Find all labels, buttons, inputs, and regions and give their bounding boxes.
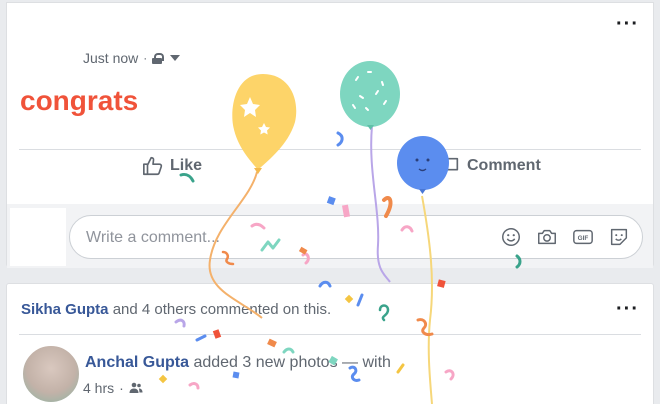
comment-composer: Write a comment... GIF <box>7 204 653 268</box>
separator-dot: · <box>119 380 124 396</box>
composer-icons: GIF <box>500 226 630 248</box>
sticker-icon[interactable] <box>608 226 630 248</box>
more-icon[interactable]: ··· <box>616 299 639 319</box>
comment-label: Comment <box>467 157 541 174</box>
camera-icon[interactable] <box>536 226 558 248</box>
activity-text: and 4 others commented on this. <box>108 301 332 318</box>
like-button[interactable]: Like <box>142 155 202 177</box>
story-action-text: added 3 new photos — with <box>189 354 391 371</box>
comment-icon <box>441 157 459 175</box>
friends-icon <box>129 382 143 393</box>
feed: ··· Just now · congrats Like Comment Wri… <box>0 0 660 404</box>
comment-placeholder: Write a comment... <box>86 229 220 246</box>
more-icon[interactable]: ··· <box>616 14 639 34</box>
svg-text:GIF: GIF <box>578 235 589 242</box>
like-icon <box>143 156 163 176</box>
story-author-link[interactable]: Anchal Gupta <box>85 354 189 371</box>
lock-icon <box>152 52 165 64</box>
post-meta: Just now · <box>83 50 181 66</box>
comment-input[interactable]: Write a comment... GIF <box>69 215 643 259</box>
comment-button[interactable]: Comment <box>439 155 541 177</box>
divider <box>19 334 641 335</box>
like-label: Like <box>170 157 203 174</box>
emoji-icon[interactable] <box>500 226 522 248</box>
story-time[interactable]: 4 hrs <box>83 380 114 396</box>
post-card: ··· Just now · congrats Like Comment Wri… <box>6 2 654 268</box>
avatar <box>10 208 66 266</box>
feed-story-card: Sikha Gupta and 4 others commented on th… <box>6 283 654 404</box>
story-headline: Anchal Gupta added 3 new photos — with <box>85 354 391 372</box>
activity-name-link[interactable]: Sikha Gupta <box>21 301 109 318</box>
divider <box>19 149 641 150</box>
post-text: congrats <box>20 85 139 116</box>
gif-icon[interactable]: GIF <box>572 226 594 248</box>
story-avatar[interactable] <box>21 344 81 404</box>
activity-line: Sikha Gupta and 4 others commented on th… <box>21 301 331 318</box>
story-meta: 4 hrs · <box>83 380 143 396</box>
post-actions: Like Comment <box>7 155 653 195</box>
separator-dot: · <box>143 51 148 65</box>
audience-caret-icon[interactable] <box>170 55 181 61</box>
post-timestamp[interactable]: Just now <box>83 50 138 66</box>
